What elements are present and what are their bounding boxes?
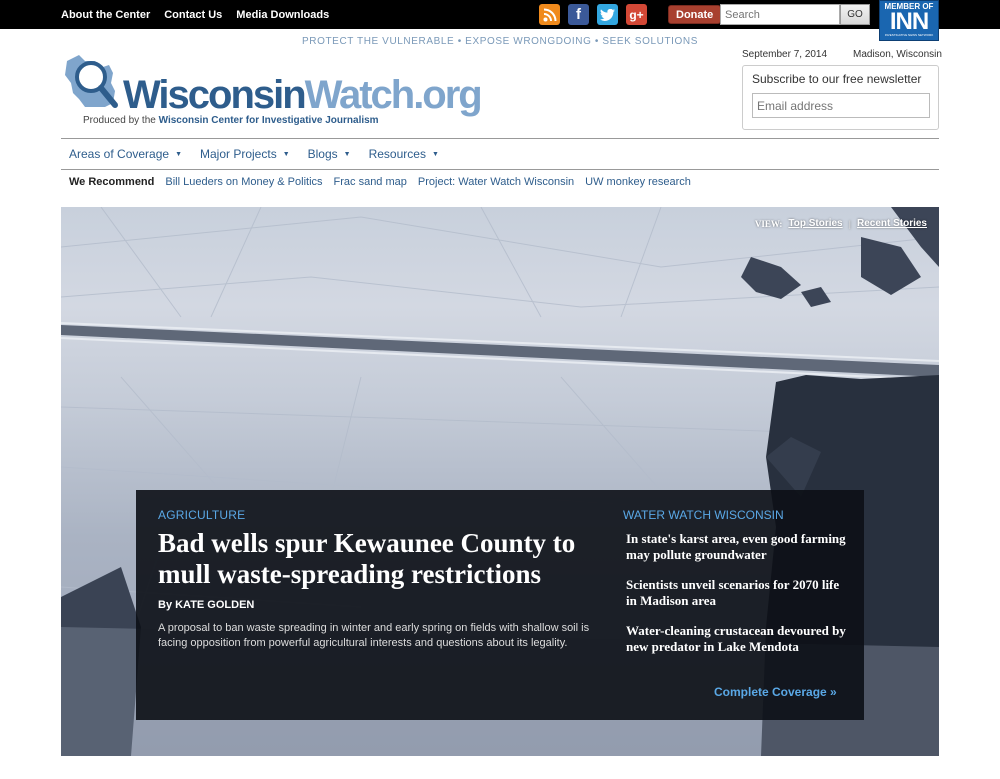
nav-item-label: Blogs: [307, 147, 338, 161]
caret-down-icon: ▼: [343, 150, 351, 158]
top-bar: About the Center Contact Us Media Downlo…: [0, 0, 1000, 41]
nav-item-label: Major Projects: [200, 147, 277, 161]
recommend-link[interactable]: Bill Lueders on Money & Politics: [165, 176, 322, 188]
email-field[interactable]: [752, 93, 930, 118]
related-story-link[interactable]: Water-cleaning crustacean devoured by ne…: [623, 623, 853, 655]
donate-button[interactable]: Donate: [668, 5, 722, 24]
related-story-link[interactable]: In state's karst area, even good farming…: [623, 531, 853, 563]
view-separator: |: [848, 218, 851, 229]
nav-item-areas-of-coverage[interactable]: Areas of Coverage ▼: [69, 147, 182, 161]
logo-part-1: Wisconsin: [123, 73, 307, 117]
produced-prefix: Produced by the: [83, 115, 159, 126]
nav-item-major-projects[interactable]: Major Projects ▼: [200, 147, 290, 161]
site-logo[interactable]: WisconsinWatch.org Produced by the Wisco…: [61, 47, 483, 132]
newsletter-box: Subscribe to our free newsletter: [742, 65, 939, 130]
search-input[interactable]: [720, 4, 840, 25]
location-text: Madison, Wisconsin: [853, 49, 942, 60]
caret-down-icon: ▼: [431, 150, 439, 158]
view-label: VIEW:: [754, 218, 783, 229]
site-tagline: PROTECT THE VULNERABLE • EXPOSE WRONGDOI…: [302, 36, 698, 47]
main-nav: Areas of Coverage ▼ Major Projects ▼ Blogs…: [61, 138, 939, 170]
wisconsin-map-icon: [65, 55, 118, 108]
feature-panel: AGRICULTURE Bad wells spur Kewaunee Coun…: [136, 490, 864, 720]
complete-coverage-link[interactable]: Complete Coverage »: [714, 685, 837, 699]
logo-part-2: Watch.org: [304, 73, 483, 117]
recommend-link[interactable]: Project: Water Watch Wisconsin: [418, 176, 574, 188]
inn-badge-main: INN: [889, 8, 929, 35]
twitter-icon[interactable]: [597, 4, 618, 25]
media-downloads-link[interactable]: Media Downloads: [236, 9, 329, 21]
nav-item-blogs[interactable]: Blogs ▼: [308, 147, 351, 161]
recommend-label: We Recommend: [69, 176, 155, 188]
nav-item-label: Resources: [368, 147, 426, 161]
social-icons: f g+: [539, 4, 647, 25]
facebook-icon[interactable]: f: [568, 4, 589, 25]
about-link[interactable]: About the Center: [61, 9, 150, 21]
caret-down-icon: ▼: [175, 150, 182, 158]
produced-org: Wisconsin Center for Investigative Journ…: [158, 115, 379, 126]
view-top-stories[interactable]: Top Stories: [788, 218, 842, 229]
recommend-link[interactable]: UW monkey research: [585, 176, 691, 188]
rss-icon[interactable]: [539, 4, 560, 25]
produced-by-text: Produced by the Wisconsin Center for Inv…: [83, 115, 379, 126]
google-plus-icon[interactable]: g+: [626, 4, 647, 25]
view-switcher: VIEW: Top Stories | Recent Stories: [755, 218, 927, 229]
nav-item-resources[interactable]: Resources ▼: [369, 147, 439, 161]
hero-feature[interactable]: VIEW: Top Stories | Recent Stories AGRIC…: [61, 207, 939, 756]
nav-item-label: Areas of Coverage: [69, 147, 170, 161]
related-category[interactable]: WATER WATCH WISCONSIN: [623, 508, 853, 522]
newsletter-title: Subscribe to our free newsletter: [752, 72, 922, 86]
story-byline: By KATE GOLDEN: [158, 599, 255, 611]
view-recent-stories[interactable]: Recent Stories: [857, 218, 927, 229]
related-story-link[interactable]: Scientists unveil scenarios for 2070 lif…: [623, 577, 853, 609]
top-links: About the Center Contact Us Media Downlo…: [61, 0, 343, 29]
story-headline[interactable]: Bad wells spur Kewaunee County to mull w…: [158, 528, 618, 590]
logo-wordmark: WisconsinWatch.org: [123, 71, 483, 119]
caret-down-icon: ▼: [282, 150, 290, 158]
story-summary: A proposal to ban waste spreading in win…: [158, 622, 590, 649]
contact-link[interactable]: Contact Us: [164, 9, 222, 21]
inn-member-badge[interactable]: MEMBER OF INN INVESTIGATIVE NEWS NETWORK: [879, 0, 939, 41]
current-date: September 7, 2014: [742, 49, 828, 60]
search-go-button[interactable]: GO: [840, 4, 870, 25]
we-recommend-bar: We Recommend Bill Lueders on Money & Pol…: [69, 176, 691, 188]
related-stories: WATER WATCH WISCONSIN In state's karst a…: [623, 508, 853, 699]
recommend-link[interactable]: Frac sand map: [334, 176, 407, 188]
story-category[interactable]: AGRICULTURE: [158, 508, 245, 522]
